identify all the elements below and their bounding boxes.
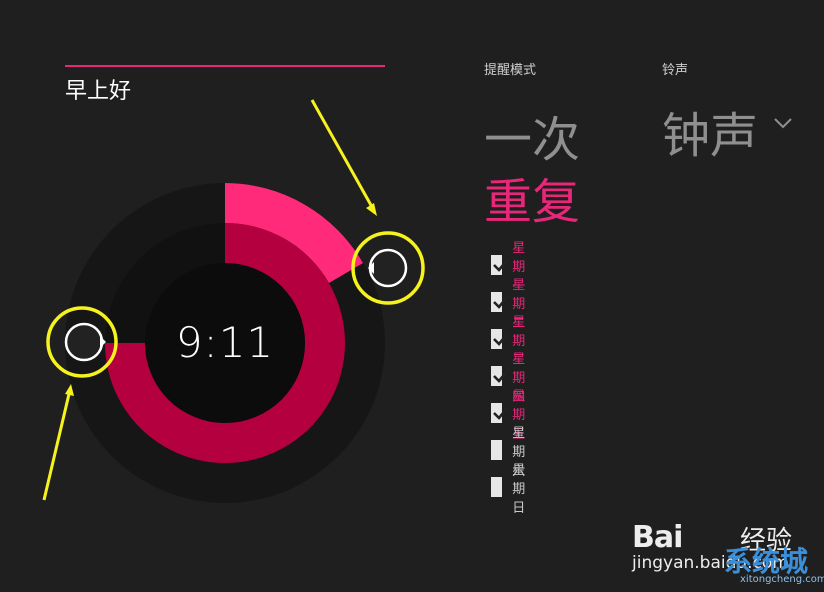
minute-handle[interactable] — [64, 322, 104, 362]
checkbox-thursday[interactable] — [491, 366, 510, 386]
alarm-time-display: 9:11 — [175, 318, 275, 367]
annotation-arrowhead-hour — [366, 203, 377, 216]
day-sunday[interactable]: 星期日 — [491, 463, 534, 516]
checkmark-icon — [493, 295, 510, 309]
ringtone-label: 铃声 — [662, 63, 689, 78]
hour-handle[interactable] — [368, 248, 408, 288]
chevron-down-icon[interactable] — [772, 112, 794, 134]
checkmark-icon — [493, 332, 510, 346]
ringtone-select[interactable]: 钟声 — [662, 96, 758, 166]
checkbox-friday[interactable] — [491, 403, 510, 423]
checkmark-icon — [493, 258, 510, 272]
checkmark-icon — [493, 406, 510, 420]
checkbox-tuesday[interactable] — [491, 292, 510, 312]
mode-option-once[interactable]: 一次 — [484, 100, 580, 170]
checkbox-saturday[interactable] — [491, 440, 503, 460]
watermark-baidu-logo: Bai — [632, 520, 683, 555]
checkbox-wednesday[interactable] — [491, 329, 510, 349]
watermark-site-url: xitongcheng.com — [740, 574, 824, 585]
annotation-arrow-hour — [310, 99, 374, 208]
watermark: Bai 经验 jingyan.baidu.com 系统城 xitongcheng… — [632, 500, 824, 588]
checkmark-icon — [493, 369, 510, 383]
annotation-arrow-minute — [42, 393, 71, 501]
checkbox-monday[interactable] — [491, 255, 510, 275]
day-label: 星期日 — [512, 462, 526, 516]
checkbox-sunday[interactable] — [491, 477, 503, 497]
mode-label: 提醒模式 — [484, 63, 537, 78]
mode-option-repeat[interactable]: 重复 — [484, 162, 580, 232]
